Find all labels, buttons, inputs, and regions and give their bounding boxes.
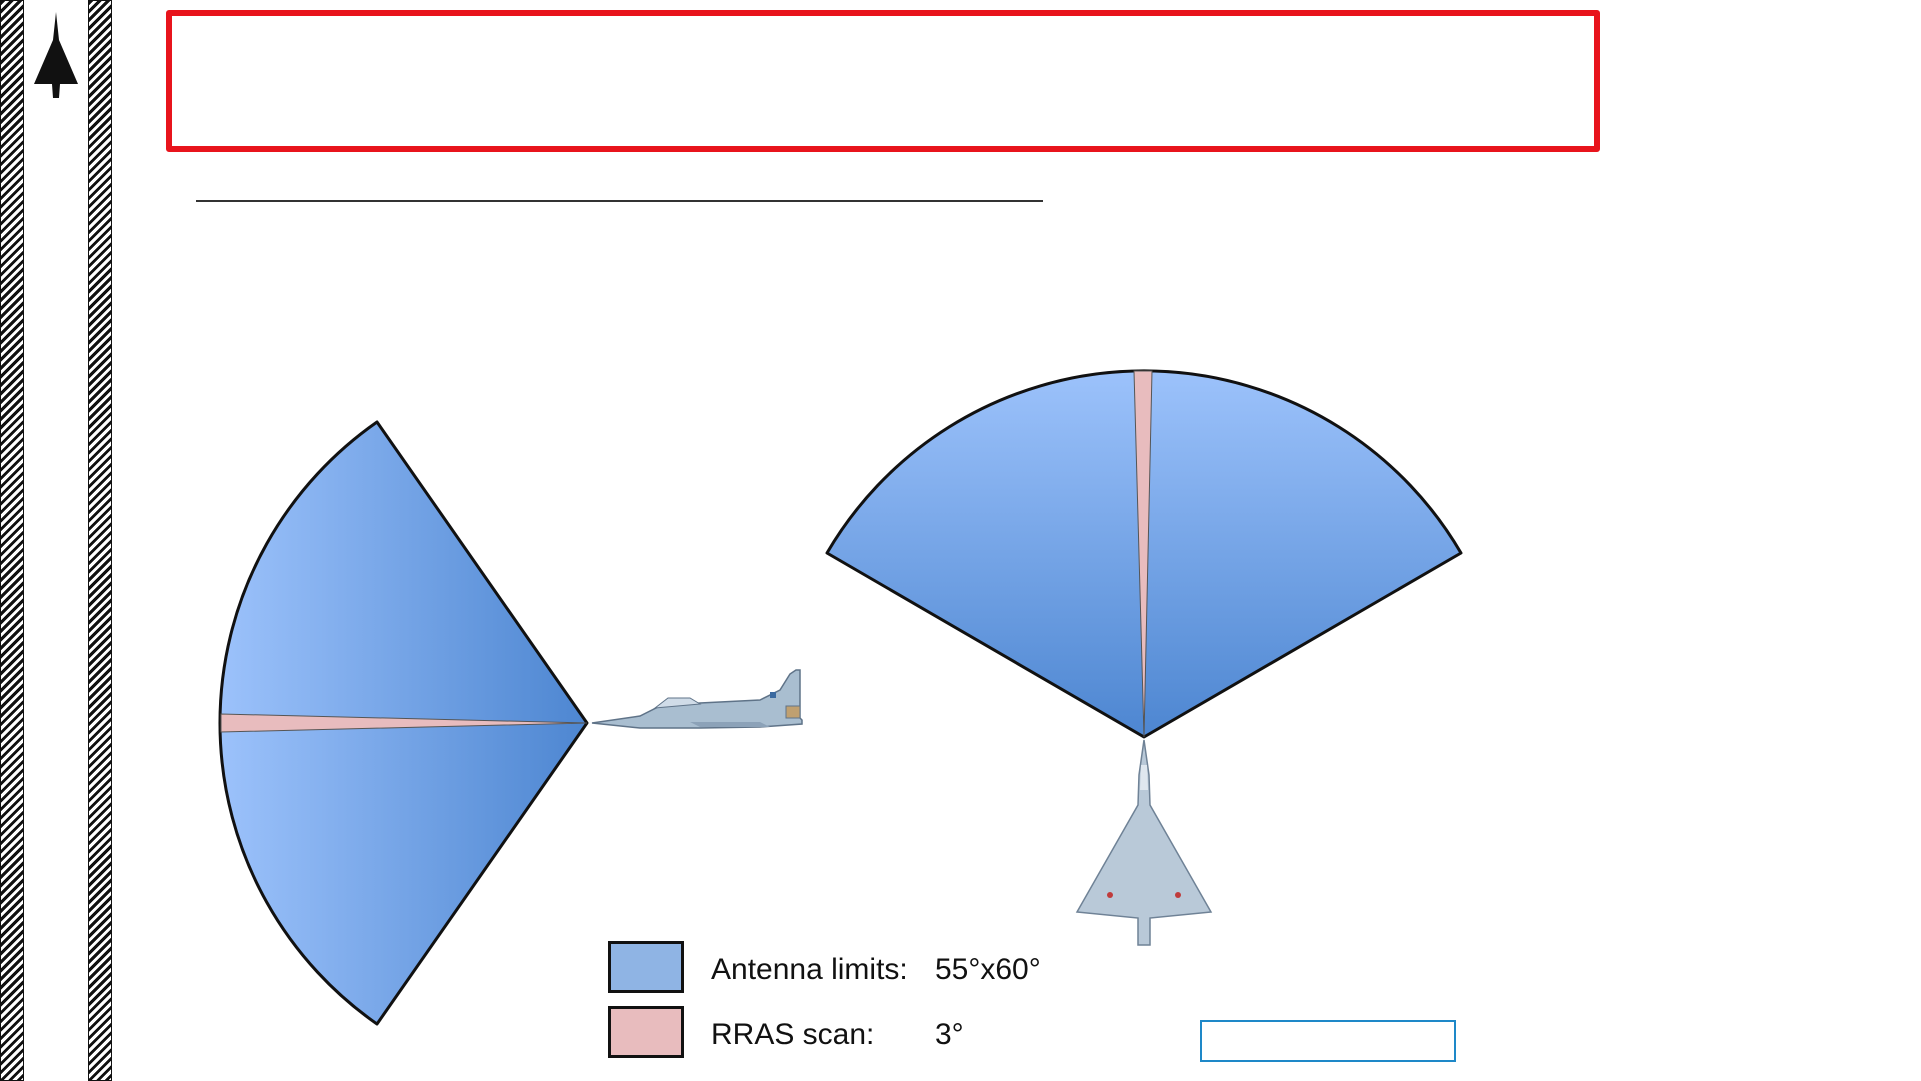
legend-rras-value: 3° xyxy=(935,1018,964,1051)
jet-side-view-icon xyxy=(591,669,803,729)
legend-rras-swatch xyxy=(608,1006,684,1058)
jet-top-view-icon xyxy=(1075,739,1213,946)
side-view-sector xyxy=(218,420,589,1026)
legend-antenna-swatch xyxy=(608,941,684,993)
legend-rras-label: RRAS scan: xyxy=(711,1018,875,1051)
blank-text-field[interactable] xyxy=(1200,1020,1456,1062)
radar-coverage-diagram xyxy=(218,369,1463,1026)
legend-antenna-label: Antenna limits: xyxy=(711,953,908,986)
top-view-sector xyxy=(825,369,1463,739)
legend-antenna-value: 55°x60° xyxy=(935,953,1041,986)
